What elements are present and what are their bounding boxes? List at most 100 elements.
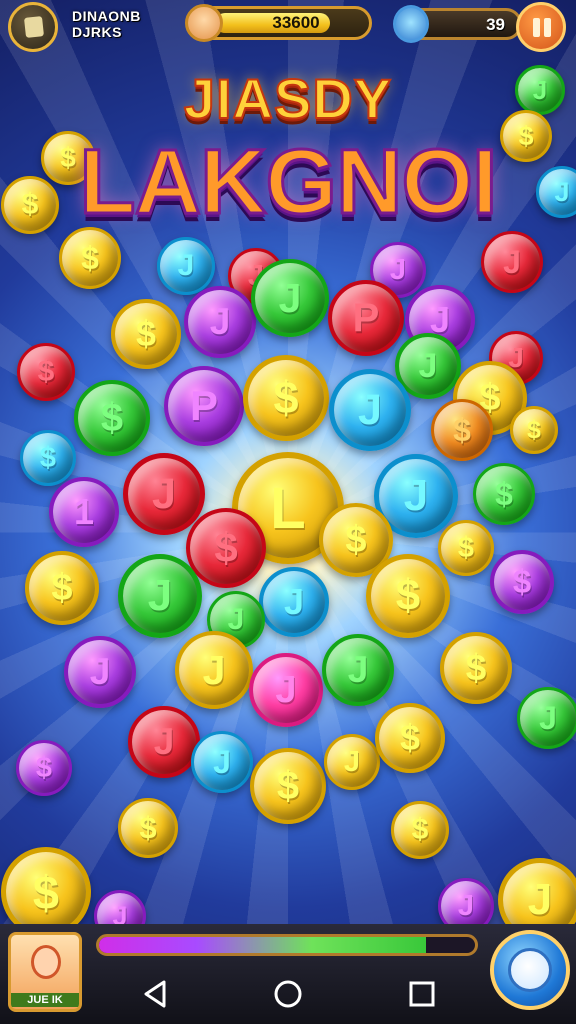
character-label: JUE IK xyxy=(11,993,79,1007)
coin-token[interactable]: $ xyxy=(118,798,178,858)
coin-token[interactable]: $ xyxy=(431,399,493,461)
coin-token[interactable]: 1 xyxy=(49,477,119,547)
coin-token[interactable]: J xyxy=(157,237,215,295)
pause-button[interactable] xyxy=(516,2,566,52)
coin-glyph: $ xyxy=(51,566,73,609)
coin-glyph: $ xyxy=(276,763,300,808)
coin-token[interactable]: $ xyxy=(16,740,72,796)
recent-apps-icon[interactable] xyxy=(402,974,442,1014)
coin-token[interactable]: J xyxy=(64,636,136,708)
coin-token[interactable]: J xyxy=(517,687,576,749)
coin-glyph: P xyxy=(352,295,380,340)
coin-glyph: J xyxy=(209,301,231,342)
coin-glyph: $ xyxy=(465,647,487,688)
coin-glyph: J xyxy=(457,889,475,922)
coin-token[interactable]: P xyxy=(164,366,244,446)
coin-counter: 33600 xyxy=(185,4,372,42)
coin-glyph: $ xyxy=(135,313,157,354)
player-name-line2: DJRKS xyxy=(72,24,122,40)
coin-glyph: J xyxy=(389,253,407,286)
pause-icon-bar-left xyxy=(533,18,540,37)
game-title-main: LAKGNOI xyxy=(78,130,499,235)
coin-glyph: $ xyxy=(273,372,299,423)
coin-token[interactable]: J xyxy=(249,653,323,727)
coin-glyph: $ xyxy=(37,355,55,388)
coin-glyph: $ xyxy=(345,518,367,561)
coin-token[interactable]: J xyxy=(175,631,253,709)
coin-token[interactable]: $ xyxy=(25,551,99,625)
coin-glyph: $ xyxy=(100,395,124,440)
coin-glyph: J xyxy=(527,875,553,924)
coin-token[interactable]: $ xyxy=(20,430,76,486)
coin-token[interactable]: J xyxy=(481,231,543,293)
coin-token[interactable]: J xyxy=(259,567,329,637)
coin-glyph: $ xyxy=(457,531,475,564)
coin-token[interactable]: $ xyxy=(366,554,450,638)
coin-glyph: J xyxy=(227,603,245,636)
coin-glyph: J xyxy=(283,581,305,622)
gear-icon xyxy=(508,948,552,992)
coin-glyph: $ xyxy=(35,751,53,784)
coin-token[interactable]: $ xyxy=(17,343,75,401)
system-nav-bar xyxy=(96,966,486,1018)
coin-glyph: $ xyxy=(214,524,238,571)
coin-glyph: $ xyxy=(527,415,541,444)
back-icon[interactable] xyxy=(136,974,176,1014)
coin-glyph: J xyxy=(278,274,302,321)
menu-button[interactable] xyxy=(8,2,58,52)
coin-glyph: $ xyxy=(411,813,429,846)
gem-counter: 39 xyxy=(393,5,522,43)
coin-token[interactable]: $ xyxy=(375,703,445,773)
coin-glyph: J xyxy=(275,668,297,711)
coin-glyph: $ xyxy=(453,411,471,448)
coin-glyph: J xyxy=(343,745,361,778)
coin-glyph: $ xyxy=(39,441,57,474)
coin-token[interactable]: J xyxy=(329,369,411,451)
gem-count: 39 xyxy=(486,15,505,34)
coin-token[interactable]: $ xyxy=(59,227,121,289)
coin-token[interactable]: $ xyxy=(473,463,535,525)
coin-token[interactable]: J xyxy=(324,734,380,790)
coin-token[interactable]: $ xyxy=(510,406,558,454)
coin-token[interactable]: $ xyxy=(243,355,329,441)
coin-glyph: J xyxy=(147,571,173,620)
coin-token[interactable]: J xyxy=(322,634,394,706)
coin-glyph: J xyxy=(152,469,176,518)
coin-token[interactable]: $ xyxy=(391,801,449,859)
coin-token[interactable]: $ xyxy=(438,520,494,576)
coin-glyph: P xyxy=(189,382,218,429)
coin-token[interactable]: J xyxy=(118,554,202,638)
coin-token[interactable]: $ xyxy=(74,380,150,456)
player-name: DINAONB DJRKS xyxy=(72,8,172,40)
friend-avatar-icon[interactable] xyxy=(393,5,429,43)
coin-glyph: J xyxy=(153,721,175,762)
coin-token[interactable]: J xyxy=(128,706,200,778)
coin-glyph: J xyxy=(213,743,231,780)
coin-token[interactable]: $ xyxy=(250,748,326,824)
coin-glyph: L xyxy=(270,475,306,541)
coin-glyph: J xyxy=(177,249,195,282)
character-portrait[interactable]: JUE IK xyxy=(8,932,82,1012)
coin-glyph: J xyxy=(418,346,438,385)
coin-token[interactable]: $ xyxy=(490,550,554,614)
coin-token[interactable]: J xyxy=(184,286,256,358)
coin-token[interactable]: J xyxy=(251,259,329,337)
player-avatar-icon[interactable] xyxy=(185,4,223,42)
coin-token[interactable]: J xyxy=(191,731,253,793)
scroll-icon xyxy=(24,16,44,38)
home-icon[interactable] xyxy=(268,974,308,1014)
coin-glyph: $ xyxy=(81,239,99,276)
player-name-line1: DINAONB xyxy=(72,8,141,24)
coin-token[interactable]: $ xyxy=(440,632,512,704)
coin-token[interactable]: $ xyxy=(111,299,181,369)
level-progress-fill xyxy=(99,937,427,953)
coin-glyph: $ xyxy=(512,563,532,600)
coin-glyph: $ xyxy=(495,475,513,512)
coin-glyph: J xyxy=(358,385,382,434)
boost-button[interactable] xyxy=(490,930,570,1010)
coin-token[interactable]: P xyxy=(328,280,404,356)
coin-glyph: $ xyxy=(139,810,157,845)
coin-token[interactable]: J xyxy=(123,453,205,535)
coin-glyph: J xyxy=(202,646,226,693)
coin-token[interactable]: $ xyxy=(186,508,266,588)
